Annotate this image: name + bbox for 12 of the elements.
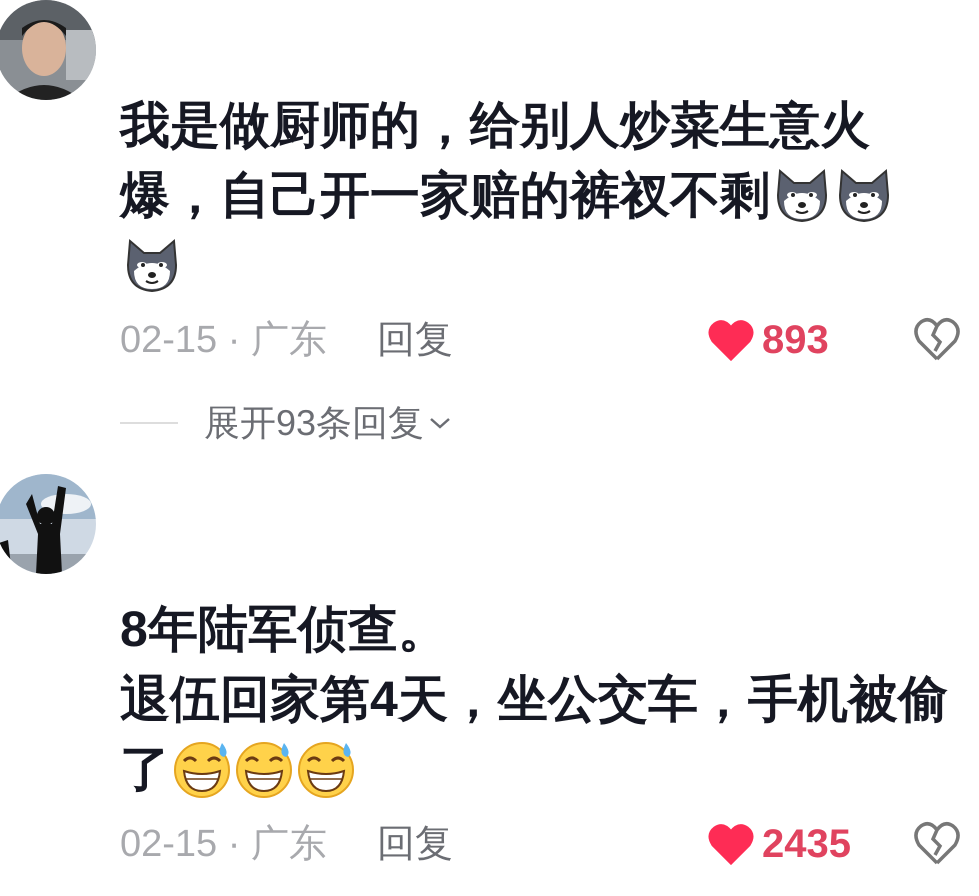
expand-replies-link[interactable]: 展开93条回复 bbox=[204, 396, 424, 450]
comment-text: 了 bbox=[120, 740, 170, 799]
like-count: 893 bbox=[762, 317, 829, 364]
comment-text: 爆，自己开一家赔的裤衩不剩 bbox=[120, 166, 770, 225]
like-count: 2435 bbox=[762, 821, 851, 868]
comment-meta: 02-15 · 广东 bbox=[120, 822, 327, 866]
comment-text: 8年陆军侦查。 bbox=[120, 600, 448, 659]
comment-text: 退伍回家第4天，坐公交车，手机被偷 bbox=[120, 670, 948, 729]
comment-text: 我是做厨师的，给别人炒菜生意火 bbox=[120, 96, 870, 155]
reply-link[interactable]: 回复 bbox=[376, 816, 453, 872]
reply-link[interactable]: 回复 bbox=[376, 312, 453, 368]
comment-meta: 02-15 · 广东 bbox=[120, 318, 327, 362]
